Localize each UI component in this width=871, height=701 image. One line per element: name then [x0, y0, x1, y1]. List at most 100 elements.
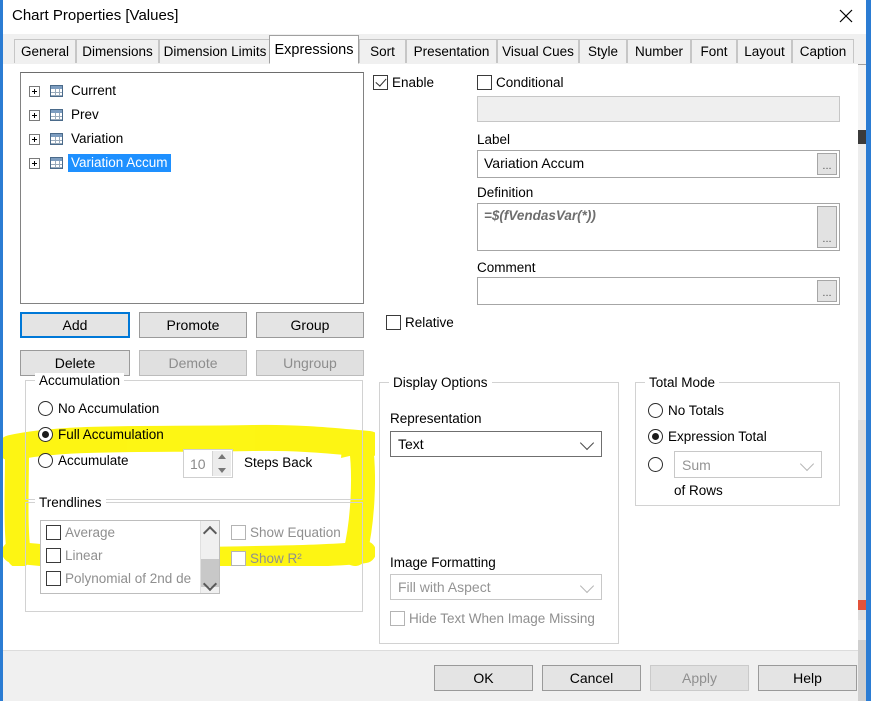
tab-dimension-limits[interactable]: Dimension Limits: [159, 39, 271, 63]
show-r2-checkbox[interactable]: Show R²: [231, 551, 302, 566]
tab-general[interactable]: General: [14, 39, 76, 63]
expand-icon[interactable]: [29, 133, 40, 145]
tree-item-current[interactable]: Current: [21, 79, 363, 103]
trendlines-listbox[interactable]: Average Linear Polynomial of 2nd de: [40, 520, 220, 594]
group-button[interactable]: Group: [256, 312, 364, 338]
radio-no-totals[interactable]: No Totals: [648, 403, 724, 418]
expand-icon[interactable]: [29, 157, 40, 169]
ok-button[interactable]: OK: [434, 665, 533, 691]
comment-input[interactable]: ...: [477, 277, 840, 305]
tree-item-variation-accum[interactable]: Variation Accum: [21, 151, 363, 175]
tab-presentation[interactable]: Presentation: [406, 39, 497, 63]
listbox-scrollbar[interactable]: [200, 521, 219, 593]
scroll-up-icon[interactable]: [201, 521, 219, 539]
trendlines-group: Trendlines Average Linear Polynomial of …: [25, 495, 363, 612]
tab-number[interactable]: Number: [627, 39, 691, 63]
radio-label: No Accumulation: [58, 401, 160, 416]
checkbox-indicator[interactable]: [386, 315, 401, 330]
title-bar: Chart Properties [Values]: [3, 0, 866, 34]
list-item-partial[interactable]: [41, 590, 219, 593]
stepper-up-icon[interactable]: [213, 451, 231, 464]
dialog-footer: OK Cancel Apply Help: [3, 650, 858, 701]
definition-caption: Definition: [477, 185, 534, 200]
table-icon: [50, 85, 63, 97]
radio-expression-total[interactable]: Expression Total: [648, 429, 767, 444]
representation-value: Text: [398, 436, 424, 452]
tab-expressions[interactable]: Expressions: [269, 35, 359, 64]
checkbox-indicator[interactable]: [46, 525, 61, 540]
list-item[interactable]: Polynomial of 2nd de: [41, 567, 219, 590]
radio-no-accumulation[interactable]: No Accumulation: [38, 401, 159, 416]
tab-layout[interactable]: Layout: [737, 39, 792, 63]
ungroup-button: Ungroup: [256, 350, 364, 376]
conditional-input: [477, 96, 840, 122]
total-mode-group: Total Mode No Totals Expression Total Su…: [635, 375, 840, 506]
accumulation-group-title: Accumulation: [35, 373, 125, 388]
scroll-down-icon[interactable]: [201, 575, 219, 593]
radio-label: Accumulate: [58, 453, 129, 468]
display-options-title: Display Options: [389, 375, 492, 390]
chevron-down-icon: [799, 456, 815, 471]
add-button[interactable]: Add: [20, 312, 130, 338]
expand-icon[interactable]: [29, 109, 40, 121]
comment-caption: Comment: [477, 260, 536, 275]
stepper-down-icon[interactable]: [213, 464, 231, 477]
label-input[interactable]: Variation Accum ...: [477, 150, 840, 178]
steps-back-label: Steps Back: [244, 455, 313, 470]
representation-select[interactable]: Text: [390, 431, 602, 457]
tree-item-label: Prev: [71, 107, 99, 122]
demote-button: Demote: [139, 350, 247, 376]
checkbox-indicator[interactable]: [46, 571, 61, 586]
definition-input[interactable]: =$(fVendasVar(*)) ...: [477, 203, 840, 251]
tab-caption[interactable]: Caption: [792, 39, 854, 63]
tree-item-variation[interactable]: Variation: [21, 127, 363, 151]
chart-properties-dialog: Chart Properties [Values] General Dimens…: [0, 0, 871, 701]
radio-full-accumulation[interactable]: Full Accumulation: [38, 427, 164, 442]
checkbox-indicator[interactable]: [373, 75, 388, 90]
cancel-button[interactable]: Cancel: [542, 665, 641, 691]
help-button[interactable]: Help: [758, 665, 857, 691]
promote-button[interactable]: Promote: [139, 312, 247, 338]
list-item[interactable]: Average: [41, 521, 219, 544]
tab-sort[interactable]: Sort: [359, 39, 406, 63]
list-item[interactable]: Linear: [41, 544, 219, 567]
hide-text-label: Hide Text When Image Missing: [409, 611, 595, 626]
radio-indicator: [648, 403, 663, 418]
conditional-checkbox[interactable]: Conditional: [477, 75, 564, 90]
enable-checkbox[interactable]: Enable: [373, 75, 434, 90]
steps-back-stepper[interactable]: 10: [183, 449, 233, 478]
radio-accumulate[interactable]: Accumulate: [38, 453, 129, 468]
chevron-down-icon: [579, 578, 595, 594]
tab-dimensions[interactable]: Dimensions: [76, 39, 159, 63]
show-equation-checkbox[interactable]: Show Equation: [231, 525, 341, 540]
window-title: Chart Properties [Values]: [12, 7, 179, 24]
expression-tree[interactable]: Current Prev Variation Variation Accum: [20, 72, 364, 304]
radio-indicator: [38, 453, 53, 468]
label-browse-button[interactable]: ...: [817, 153, 837, 175]
tree-item-prev[interactable]: Prev: [21, 103, 363, 127]
chevron-down-icon: [579, 435, 595, 451]
image-formatting-value: Fill with Aspect: [398, 579, 491, 595]
tab-visual-cues[interactable]: Visual Cues: [497, 39, 579, 63]
checkbox-indicator[interactable]: [477, 75, 492, 90]
relative-checkbox[interactable]: Relative: [386, 315, 454, 330]
radio-aggregation[interactable]: [648, 457, 668, 472]
apply-button: Apply: [650, 665, 749, 691]
checkbox-indicator[interactable]: [231, 525, 246, 540]
image-formatting-select: Fill with Aspect: [390, 574, 602, 600]
comment-browse-button[interactable]: ...: [817, 280, 837, 302]
tree-item-label: Current: [71, 83, 117, 98]
tab-style[interactable]: Style: [579, 39, 627, 63]
tree-item-label: Variation: [71, 131, 124, 146]
of-rows-label: of Rows: [674, 483, 723, 498]
representation-caption: Representation: [390, 411, 482, 426]
accumulation-group: Accumulation No Accumulation Full Accumu…: [25, 373, 363, 500]
table-icon: [50, 109, 63, 121]
stepper-buttons[interactable]: [212, 451, 231, 476]
checkbox-indicator[interactable]: [46, 548, 61, 563]
close-icon[interactable]: [823, 0, 869, 32]
checkbox-indicator[interactable]: [231, 551, 246, 566]
tab-font[interactable]: Font: [691, 39, 737, 63]
expand-icon[interactable]: [29, 85, 40, 97]
definition-browse-button[interactable]: ...: [817, 206, 837, 248]
